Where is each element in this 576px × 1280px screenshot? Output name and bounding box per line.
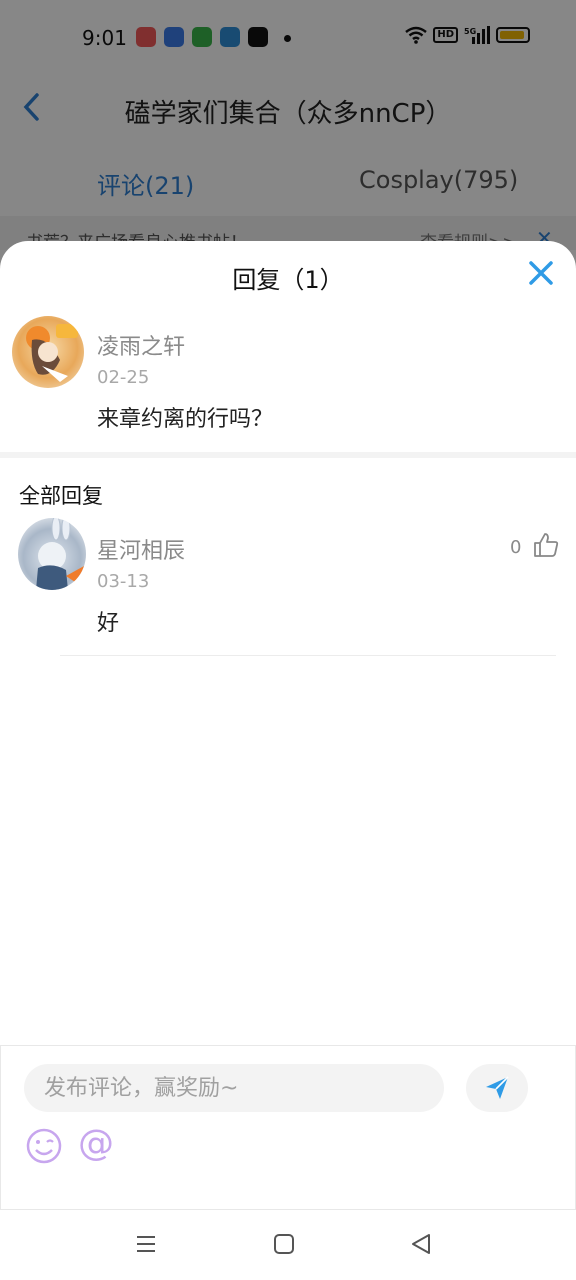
reply-avatar-image <box>36 518 84 590</box>
comment-text: 来章约离的行吗？ <box>97 407 274 432</box>
comment-date: 02-25 <box>97 367 150 388</box>
reply-username[interactable]: 星河相辰 <box>97 533 185 565</box>
home-icon[interactable] <box>272 1232 296 1256</box>
comment-username[interactable]: 凌雨之轩 <box>97 329 185 361</box>
send-button[interactable] <box>466 1064 528 1112</box>
all-replies-heading: 全部回复 <box>19 484 103 508</box>
avatar[interactable] <box>12 316 84 388</box>
section-divider <box>0 452 576 458</box>
row-divider <box>60 655 556 656</box>
reply-text: 好 <box>97 611 120 636</box>
mention-icon[interactable]: @ <box>78 1122 114 1166</box>
emoji-icon[interactable] <box>25 1127 63 1165</box>
send-icon <box>486 1076 509 1099</box>
like-count: 0 <box>510 537 522 558</box>
back-icon[interactable] <box>409 1232 433 1256</box>
thumbs-up-icon[interactable] <box>533 532 559 558</box>
sheet-title: 回复（1） <box>232 266 344 294</box>
author-avatar-image <box>26 324 78 382</box>
close-icon[interactable] <box>526 258 556 288</box>
reply-date: 03-13 <box>97 571 150 592</box>
menu-icon[interactable] <box>134 1232 158 1256</box>
avatar[interactable] <box>18 518 86 590</box>
comment-input[interactable] <box>24 1064 444 1112</box>
